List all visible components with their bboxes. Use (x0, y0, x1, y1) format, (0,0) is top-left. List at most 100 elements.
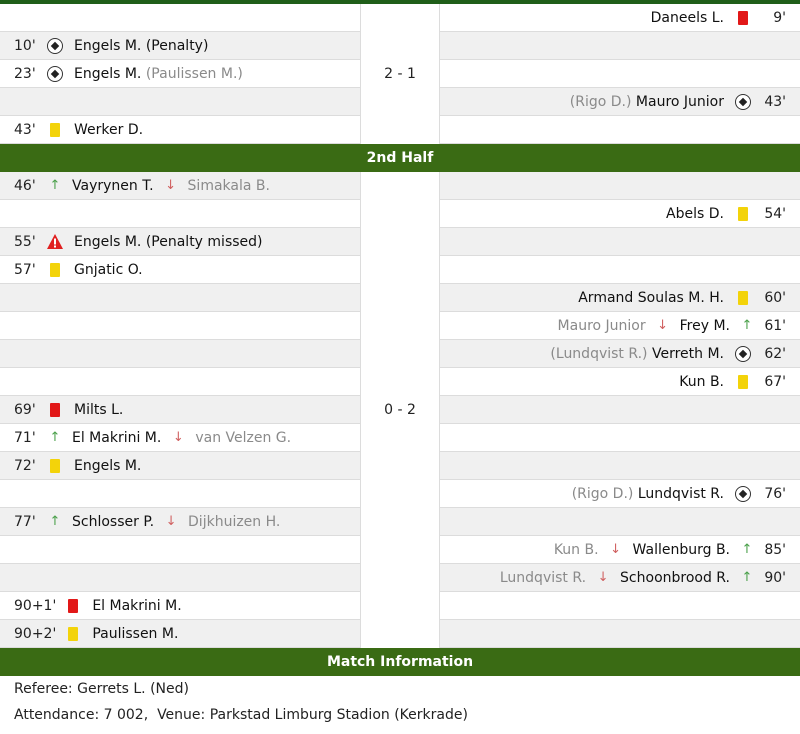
attendance-value: 7 002, (103, 707, 149, 723)
home-event-cell (0, 200, 360, 227)
venue-value: Parkstad Limburg Stadion (Kerkrade) (209, 707, 468, 723)
assist-name: (Paulissen M.) (145, 65, 243, 82)
yellow-card-icon (64, 625, 82, 643)
event-minute: 77' (14, 513, 36, 530)
player-out: Dijkhuizen H. (188, 513, 281, 530)
home-event-cell: 90+2' Paulissen M. (0, 620, 360, 647)
player-name: Engels M. (74, 65, 142, 82)
away-event-cell (440, 32, 800, 59)
player-name: Gnjatic O. (74, 261, 143, 278)
home-event-cell: 57' Gnjatic O. (0, 256, 360, 283)
first-half-score: 2 - 1 (360, 4, 440, 144)
player-in: El Makrini M. (72, 429, 162, 446)
assist-name: (Rigo D.) (571, 485, 634, 502)
sub-in-arrow-icon: ↑ (741, 318, 753, 333)
away-event-cell: Kun B. 67' (440, 368, 800, 395)
sub-in-arrow-icon: ↑ (49, 430, 61, 445)
event-minute: 62' (764, 345, 786, 362)
player-name: Abels D. (666, 205, 724, 222)
home-event-cell (0, 368, 360, 395)
player-name: Mauro Junior (635, 93, 724, 110)
soccer-ball-icon (46, 37, 64, 55)
away-event-cell (440, 592, 800, 619)
attendance-venue-line: Attendance: 7 002, Venue: Parkstad Limbu… (0, 702, 800, 728)
yellow-card-icon (734, 289, 752, 307)
away-event-cell (440, 396, 800, 423)
sub-out-arrow-icon: ↓ (165, 514, 177, 529)
away-event-cell (440, 620, 800, 647)
event-minute: 55' (14, 233, 36, 250)
red-card-icon (64, 597, 82, 615)
sub-out-arrow-icon: ↓ (597, 570, 609, 585)
yellow-card-icon (46, 261, 64, 279)
player-name: Engels M. (Penalty missed) (74, 233, 263, 250)
yellow-card-icon (734, 205, 752, 223)
sub-in-arrow-icon: ↑ (49, 178, 61, 193)
match-information-header: Match Information (0, 648, 800, 676)
home-event-cell: 71' ↑ El Makrini M. ↓ van Velzen G. (0, 424, 360, 451)
home-event-cell: 46' ↑ Vayrynen T. ↓ Simakala B. (0, 172, 360, 199)
home-event-cell: 77' ↑ Schlosser P. ↓ Dijkhuizen H. (0, 508, 360, 535)
away-event-cell (440, 256, 800, 283)
assist-name: (Lundqvist R.) (550, 345, 648, 362)
event-minute: 71' (14, 429, 36, 446)
home-event-cell (0, 536, 360, 563)
player-out: Kun B. (553, 541, 599, 558)
player-name: El Makrini M. (92, 597, 182, 614)
player-in: Schoonbrood R. (620, 569, 730, 586)
away-event-cell: Mauro Junior ↓ Frey M. ↑ 61' (440, 312, 800, 339)
sub-in-arrow-icon: ↑ (741, 542, 753, 557)
away-event-cell (440, 228, 800, 255)
event-minute: 10' (14, 37, 36, 54)
venue-label: Venue: (157, 707, 206, 723)
player-out: Simakala B. (187, 177, 270, 194)
away-event-cell: (Rigo D.) Mauro Junior 43' (440, 88, 800, 115)
home-event-cell: 10' Engels M. (Penalty) (0, 32, 360, 59)
event-minute: 60' (764, 289, 786, 306)
away-event-cell (440, 424, 800, 451)
away-event-cell: (Rigo D.) Lundqvist R. 76' (440, 480, 800, 507)
referee-line: Referee: Gerrets L. (Ned) (0, 676, 800, 702)
player-name: Engels M. (Penalty) (74, 37, 209, 54)
home-event-cell: 55' Engels M. (Penalty missed) (0, 228, 360, 255)
event-minute: 69' (14, 401, 36, 418)
home-event-cell (0, 480, 360, 507)
soccer-ball-icon (46, 65, 64, 83)
player-in: Schlosser P. (72, 513, 155, 530)
event-minute: 76' (764, 485, 786, 502)
event-minute: 72' (14, 457, 36, 474)
event-minute: 46' (14, 177, 36, 194)
away-event-cell: Lundqvist R. ↓ Schoonbrood R. ↑ 90' (440, 564, 800, 591)
player-out: Mauro Junior (557, 317, 646, 334)
player-name: Engels M. (74, 457, 142, 474)
player-in: Frey M. (679, 317, 730, 334)
second-half-section: 46' ↑ Vayrynen T. ↓ Simakala B. Abels D. 54' 55… (0, 172, 800, 648)
red-card-icon (734, 9, 752, 27)
second-half-header: 2nd Half (0, 144, 800, 172)
sub-in-arrow-icon: ↑ (49, 514, 61, 529)
away-event-cell (440, 172, 800, 199)
home-event-cell (0, 340, 360, 367)
event-minute: 90+2' (14, 625, 57, 642)
event-minute: 54' (764, 205, 786, 222)
home-event-cell (0, 564, 360, 591)
event-minute: 85' (764, 541, 786, 558)
sub-out-arrow-icon: ↓ (172, 430, 184, 445)
event-minute: 9' (773, 9, 786, 26)
away-event-cell: Armand Soulas M. H. 60' (440, 284, 800, 311)
referee-label: Referee: (14, 681, 73, 697)
player-in: Wallenburg B. (632, 541, 730, 558)
player-name: Verreth M. (651, 345, 724, 362)
event-minute: 57' (14, 261, 36, 278)
event-minute: 43' (764, 93, 786, 110)
warning-icon (46, 233, 64, 251)
away-event-cell (440, 60, 800, 87)
player-in: Vayrynen T. (72, 177, 154, 194)
away-event-cell: Kun B. ↓ Wallenburg B. ↑ 85' (440, 536, 800, 563)
home-event-cell: 90+1' El Makrini M. (0, 592, 360, 619)
event-minute: 61' (764, 317, 786, 334)
referee-value: Gerrets L. (Ned) (77, 681, 189, 697)
player-name: Milts L. (74, 401, 124, 418)
player-name: Kun B. (679, 373, 724, 390)
player-name: Armand Soulas M. H. (578, 289, 724, 306)
